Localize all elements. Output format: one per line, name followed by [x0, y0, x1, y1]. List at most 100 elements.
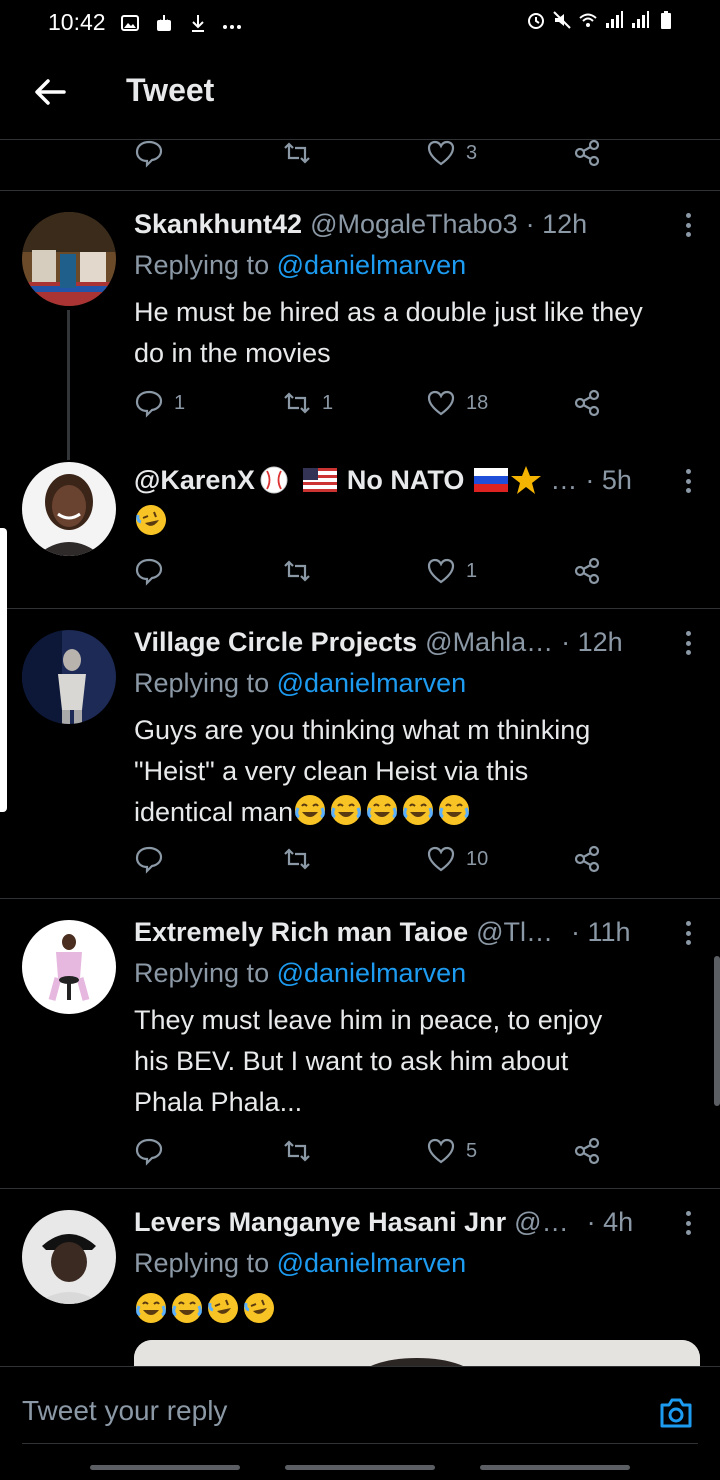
author-name[interactable]: Levers Manganye Hasani Jnr — [134, 1207, 506, 1238]
retweet-button[interactable]: 1 — [282, 388, 333, 418]
mention-link[interactable]: @danielmarven — [277, 958, 467, 988]
download-box-icon — [156, 14, 171, 31]
like-button[interactable]: 5 — [426, 1136, 477, 1166]
author-handle[interactable]: @… — [514, 1207, 568, 1238]
mention-link[interactable]: @danielmarven — [277, 250, 467, 280]
share-button[interactable] — [572, 844, 602, 874]
like-button[interactable]: 10 — [426, 844, 488, 874]
author-name-suffix[interactable]: No NATO — [347, 465, 465, 496]
reply-button[interactable] — [134, 844, 164, 874]
reply-icon — [135, 558, 163, 586]
reply-icon — [135, 1138, 163, 1166]
reply-button[interactable]: 1 — [134, 388, 185, 418]
retweet-count: 1 — [322, 391, 334, 414]
mention-link[interactable]: @danielmarven — [277, 668, 467, 698]
status-time: 10:42 — [48, 9, 106, 35]
share-icon — [574, 1137, 600, 1165]
share-icon — [574, 845, 600, 873]
heart-icon — [427, 1138, 455, 1164]
tweet-text-line: They must leave him in peace, to enjoy — [134, 1005, 603, 1035]
reply-button[interactable] — [134, 556, 164, 586]
tweet-actions: 5 — [134, 1136, 614, 1172]
mention-link[interactable]: @danielmarven — [277, 1248, 467, 1278]
tweet-emoji — [134, 502, 679, 543]
reply-button[interactable] — [134, 1136, 164, 1166]
nav-gesture-bar[interactable] — [90, 1465, 240, 1470]
like-count: 5 — [466, 1139, 478, 1162]
more-options-button[interactable] — [682, 628, 694, 658]
tweet-item[interactable]: Extremely Rich man Taioe @Tl… · 11h Repl… — [0, 898, 720, 1188]
reply-input[interactable]: Tweet your reply — [22, 1395, 227, 1427]
avatar[interactable] — [22, 462, 116, 556]
reply-icon — [135, 846, 163, 874]
edge-panel-handle[interactable] — [0, 528, 7, 812]
like-button[interactable]: 3 — [426, 138, 477, 168]
more-options-button[interactable] — [682, 466, 694, 496]
author-handle[interactable]: @Tl… — [476, 917, 553, 948]
avatar[interactable] — [22, 630, 116, 724]
alarm-icon — [528, 13, 544, 29]
share-button[interactable] — [572, 138, 602, 168]
tweet-text: Guys are you thinking what m thinking "H… — [134, 710, 679, 833]
nav-gesture-bar[interactable] — [285, 1465, 435, 1470]
retweet-button[interactable] — [282, 556, 312, 586]
joy-emoji-icon — [439, 795, 470, 825]
author-name[interactable]: @KarenX — [134, 465, 255, 496]
tweet-text-line: "Heist" a very clean Heist via this — [134, 756, 529, 786]
joy-emoji-icon — [403, 795, 434, 825]
avatar[interactable] — [22, 212, 116, 306]
retweet-button[interactable] — [282, 138, 312, 168]
heart-icon — [427, 390, 455, 416]
share-button[interactable] — [572, 388, 602, 418]
share-button[interactable] — [572, 1136, 602, 1166]
more-options-button[interactable] — [682, 918, 694, 948]
arrow-left-icon[interactable] — [30, 72, 70, 112]
nav-gesture-bar[interactable] — [480, 1465, 630, 1470]
like-count: 18 — [466, 391, 489, 414]
mute-icon — [553, 11, 571, 29]
tweet-text: They must leave him in peace, to enjoy h… — [134, 1000, 679, 1123]
replying-to-prefix: Replying to — [134, 958, 277, 988]
wifi-icon — [579, 13, 597, 27]
like-count: 1 — [466, 559, 478, 582]
tweet-item[interactable]: Village Circle Projects @Mahla… · 12h Re… — [0, 608, 720, 898]
author-handle[interactable]: @MogaleThabo3 — [310, 209, 518, 240]
replying-to: Replying to @danielmarven — [134, 1248, 466, 1279]
image-icon — [120, 14, 139, 31]
retweet-button[interactable] — [282, 844, 312, 874]
scrollbar[interactable] — [714, 956, 720, 1106]
author-name[interactable]: Village Circle Projects — [134, 627, 417, 658]
tweet-item[interactable]: @KarenX No NATO … · 5h 1 — [0, 460, 720, 608]
like-button[interactable]: 18 — [426, 388, 488, 418]
author-name[interactable]: Extremely Rich man Taioe — [134, 917, 468, 948]
replying-to-prefix: Replying to — [134, 668, 277, 698]
heart-icon — [427, 846, 455, 872]
author-handle[interactable]: @Mahla… — [425, 627, 553, 658]
tweet-text-line: Guys are you thinking what m thinking — [134, 715, 591, 745]
retweet-icon — [284, 848, 310, 870]
tweet-item[interactable]: Skankhunt42 @MogaleThabo3 · 12h Replying… — [0, 190, 720, 460]
joy-emoji-icon — [172, 1293, 202, 1323]
more-options-button[interactable] — [682, 210, 694, 240]
share-button[interactable] — [572, 556, 602, 586]
retweet-button[interactable] — [282, 1136, 312, 1166]
replying-to-prefix: Replying to — [134, 1248, 277, 1278]
tweet-actions: 1 1 18 — [134, 388, 614, 424]
page-title: Tweet — [126, 72, 215, 108]
battery-icon — [661, 11, 671, 29]
russia-flag-icon — [474, 468, 509, 492]
retweet-icon — [284, 560, 310, 582]
tweet-text-line: his BEV. But I want to ask him about — [134, 1046, 569, 1076]
more-options-button[interactable] — [682, 1208, 694, 1238]
thread-line — [67, 310, 70, 460]
author-handle[interactable]: … — [550, 465, 577, 496]
like-button[interactable]: 1 — [426, 556, 477, 586]
avatar[interactable] — [22, 920, 116, 1014]
heart-icon — [427, 558, 455, 584]
avatar[interactable] — [22, 1210, 116, 1304]
camera-icon[interactable] — [656, 1393, 696, 1433]
replying-to-prefix: Replying to — [134, 250, 277, 280]
author-name[interactable]: Skankhunt42 — [134, 209, 302, 240]
tweet-text: He must be hired as a double just like t… — [134, 297, 643, 368]
reply-button[interactable] — [134, 138, 164, 168]
